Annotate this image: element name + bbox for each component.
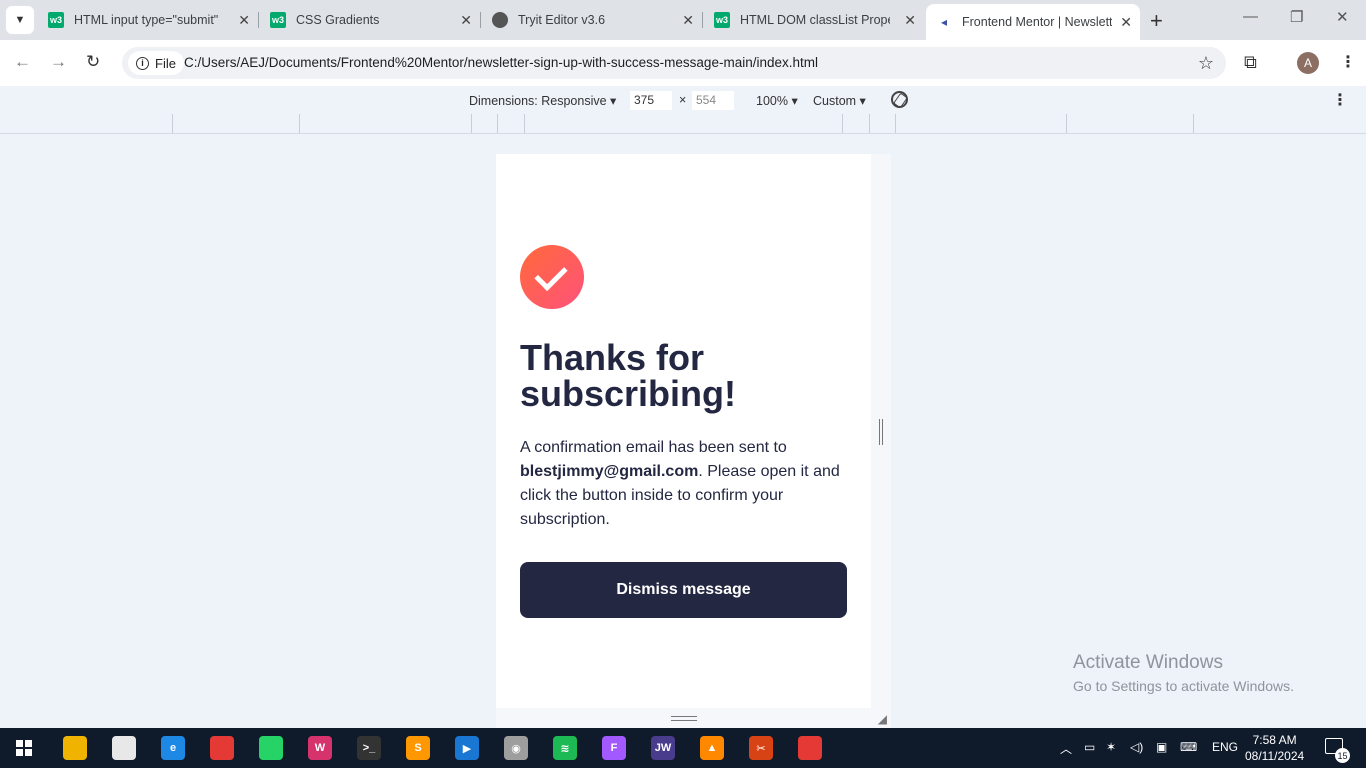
close-icon[interactable]: ✕ [1120, 14, 1132, 31]
info-icon: i [136, 56, 149, 70]
restore-icon[interactable]: ❐ [1290, 8, 1303, 26]
windows-start-icon[interactable] [16, 740, 32, 756]
spotify-icon[interactable]: ≋ [553, 736, 577, 760]
chevron-down-icon: ▼ [14, 14, 26, 26]
throttle-select[interactable]: Custom ▾ [813, 93, 866, 108]
battery-icon[interactable]: ▭ [1084, 740, 1095, 754]
terminal-icon[interactable]: >_ [357, 736, 381, 760]
tab-strip: ▼ w3 HTML input type="submit" ✕ w3 CSS G… [0, 0, 1366, 40]
more-options-icon[interactable]: ⋮ [1332, 90, 1348, 110]
watermark-title: Activate Windows [1073, 652, 1223, 673]
subscriber-email: blestjimmy@gmail.com [520, 463, 699, 480]
viewport-resize-handle-right[interactable] [871, 154, 891, 708]
media-query-ruler[interactable] [0, 114, 1366, 134]
media-icon[interactable]: ◉ [504, 736, 528, 760]
message-text: A confirmation email has been sent to [520, 439, 787, 456]
sublime-icon[interactable]: S [406, 736, 430, 760]
browser-toolbar: ← → ↻ i File C:/Users/AEJ/Documents/Fron… [0, 40, 1366, 86]
taskbar: e W >_ S ▶ ◉ ≋ F JW ▲ ✂ ︿ ▭ ✶ ◁) ▣ ⌨ ENG 7:58 AM 0… [0, 728, 1366, 768]
tab-title: Frontend Mentor | Newslette [962, 15, 1112, 29]
wps-icon[interactable]: W [308, 736, 332, 760]
notification-count: 15 [1335, 748, 1350, 763]
close-icon[interactable]: ✕ [460, 12, 472, 29]
chrome-icon-2[interactable] [798, 736, 822, 760]
success-check-icon [520, 245, 584, 309]
volume-icon[interactable]: ◁) [1130, 740, 1143, 754]
tab-title: HTML input type="submit" [74, 13, 219, 27]
tab-search-button[interactable]: ▼ [6, 6, 34, 34]
new-tab-button[interactable]: + [1150, 8, 1163, 34]
activate-windows-watermark: Activate Windows Go to Settings to activ… [1073, 652, 1294, 694]
width-input[interactable]: 375 [630, 91, 672, 110]
wifi-icon[interactable]: ✶ [1106, 740, 1116, 754]
bookmark-star-icon[interactable]: ☆ [1198, 53, 1214, 74]
w3schools-icon: w3 [48, 12, 64, 28]
keyboard-icon[interactable]: ⌨ [1180, 740, 1197, 754]
clock-date: 08/11/2024 [1245, 749, 1305, 763]
forward-icon[interactable]: → [50, 52, 67, 72]
language-indicator[interactable]: ENG [1212, 740, 1238, 754]
clock-time: 7:58 AM [1252, 733, 1297, 747]
times-sign: × [679, 93, 687, 107]
viewport-resize-handle-bottom[interactable]: ◢ [496, 708, 891, 728]
profile-avatar[interactable]: A [1297, 52, 1319, 74]
success-title: Thanks for subscribing! [520, 337, 737, 414]
show-hidden-icons[interactable]: ︿ [1060, 740, 1072, 757]
tab-frontend-mentor[interactable]: ◂ Frontend Mentor | Newslette ✕ [926, 4, 1140, 40]
whatsapp-icon[interactable] [259, 736, 283, 760]
url-text[interactable]: C:/Users/AEJ/Documents/Frontend%20Mentor… [184, 55, 818, 70]
scheme-label: File [155, 55, 176, 71]
rotate-icon[interactable] [891, 91, 908, 108]
site-info-chip[interactable]: i File [128, 51, 184, 75]
tab-classlist[interactable]: w3 HTML DOM classList Propert ✕ [706, 0, 924, 40]
store-icon[interactable] [112, 736, 136, 760]
vlc-icon[interactable]: ▲ [700, 736, 724, 760]
jw-icon[interactable]: JW [651, 736, 675, 760]
throttle-label: Custom [813, 94, 857, 108]
extensions-icon[interactable]: ⧉ [1244, 52, 1257, 73]
dismiss-button[interactable]: Dismiss message [520, 562, 847, 618]
media-player-icon[interactable]: ▶ [455, 736, 479, 760]
tab-css-gradients[interactable]: w3 CSS Gradients ✕ [262, 0, 480, 40]
watermark-subtitle: Go to Settings to activate Windows. [1073, 678, 1294, 694]
dimensions-select[interactable]: Dimensions: Responsive ▾ [469, 93, 616, 108]
reload-icon[interactable]: ↻ [86, 52, 100, 72]
w3schools-icon: w3 [270, 12, 286, 28]
back-icon[interactable]: ← [14, 52, 31, 72]
tab-title: CSS Gradients [296, 13, 380, 27]
confirmation-message: A confirmation email has been sent to bl… [520, 436, 840, 532]
tab-separator [702, 12, 703, 28]
close-icon[interactable]: ✕ [904, 12, 916, 29]
resize-corner-icon[interactable]: ◢ [878, 712, 887, 726]
edge-icon[interactable]: e [161, 736, 185, 760]
close-icon[interactable]: ✕ [682, 12, 694, 29]
frontend-mentor-icon: ◂ [940, 15, 948, 29]
zoom-select[interactable]: 100% ▾ [756, 93, 798, 108]
browser-menu-icon[interactable]: ⋮ [1340, 52, 1356, 72]
success-card: Thanks for subscribing! A confirmation e… [496, 154, 871, 708]
height-input[interactable]: 554 [692, 91, 734, 110]
w3schools-icon: w3 [714, 12, 730, 28]
clock[interactable]: 7:58 AM 08/11/2024 [1245, 732, 1304, 764]
file-explorer-icon[interactable] [63, 736, 87, 760]
tab-separator [480, 12, 481, 28]
security-icon[interactable]: ▣ [1156, 740, 1167, 754]
minimize-icon[interactable]: — [1243, 8, 1258, 25]
address-bar[interactable]: i File C:/Users/AEJ/Documents/Frontend%2… [122, 47, 1226, 79]
tab-title: HTML DOM classList Propert [740, 13, 890, 27]
globe-icon [492, 12, 508, 28]
close-icon[interactable]: ✕ [238, 12, 250, 29]
device-toolbar: Dimensions: Responsive ▾ 375 × 554 100% … [0, 86, 1366, 114]
chrome-icon[interactable] [210, 736, 234, 760]
figma-icon[interactable]: F [602, 736, 626, 760]
dimensions-label: Dimensions: Responsive [469, 94, 607, 108]
zoom-label: 100% [756, 94, 788, 108]
snipping-tool-icon[interactable]: ✂ [737, 728, 785, 768]
tab-tryit-editor[interactable]: Tryit Editor v3.6 ✕ [484, 0, 702, 40]
tab-html-input[interactable]: w3 HTML input type="submit" ✕ [40, 0, 258, 40]
tab-title: Tryit Editor v3.6 [518, 13, 606, 27]
close-window-icon[interactable]: ✕ [1336, 8, 1349, 26]
tab-separator [258, 12, 259, 28]
